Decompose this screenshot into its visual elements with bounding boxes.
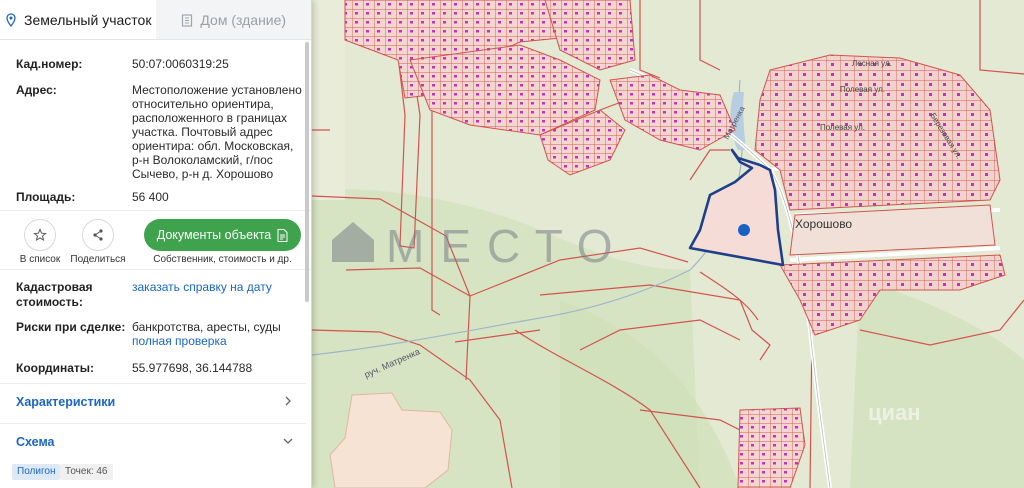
- street-label-1: Лесная ул.: [852, 59, 892, 68]
- coords-label: Координаты:: [16, 361, 95, 375]
- street-label-4: Полевая ул.: [820, 123, 865, 132]
- address-label: Адрес:: [16, 83, 57, 97]
- village-label: Хорошово: [795, 217, 852, 231]
- points-chip: Точек: 46: [60, 464, 113, 480]
- tab-label: Дом (здание): [200, 11, 287, 28]
- order-certificate-link[interactable]: заказать справку на дату: [132, 280, 302, 294]
- star-icon: [33, 228, 47, 242]
- area-label: Площадь:: [16, 190, 76, 204]
- panel-scrollbar[interactable]: [305, 42, 309, 302]
- full-check-link[interactable]: полная проверка: [132, 334, 302, 348]
- documents-button[interactable]: Документы объекта: [144, 219, 301, 251]
- share-button[interactable]: [82, 219, 114, 251]
- risks-value: банкротства, аресты, суды: [132, 320, 281, 334]
- cad-number-label: Кад.номер:: [16, 57, 83, 71]
- scheme-title: Схема: [16, 435, 55, 449]
- characteristics-section[interactable]: Характеристики: [0, 383, 306, 419]
- map-pin-icon: [6, 12, 16, 27]
- building-icon: [182, 13, 193, 27]
- share-label: Поделиться: [70, 254, 126, 265]
- area-value: 56 400: [132, 190, 169, 204]
- scheme-section[interactable]: Схема: [0, 423, 306, 459]
- cad-number-value: 50:07:0060319:25: [132, 57, 229, 71]
- documents-button-label: Документы объекта: [156, 228, 272, 242]
- street-label-2: Полевая ул.: [840, 85, 885, 94]
- favorite-button[interactable]: [24, 219, 56, 251]
- document-icon: [277, 228, 288, 242]
- share-icon: [93, 229, 103, 241]
- cad-cost-label: Кадастровая стоимость:: [16, 280, 93, 309]
- tab-label: Земельный участок: [24, 11, 152, 28]
- chevron-down-icon: [283, 438, 293, 444]
- corner-watermark: циан: [868, 400, 921, 425]
- tab-land-plot[interactable]: Земельный участок: [0, 0, 156, 39]
- documents-subtitle: Собственник, стоимость и др.: [153, 254, 292, 265]
- polygon-chip[interactable]: Полигон: [12, 464, 61, 480]
- chevron-right-icon: [285, 396, 291, 406]
- panel-tabs: Земельный участок Дом (здание): [0, 0, 311, 40]
- characteristics-title: Характеристики: [16, 395, 116, 409]
- action-bar: В список Поделиться Документы объекта Со…: [0, 210, 311, 270]
- address-value: Местоположение установлено относительно …: [132, 83, 302, 181]
- watermark-text: МЕСТО: [386, 220, 629, 272]
- coords-value: 55.977698, 36.144788: [132, 361, 253, 375]
- risks-label: Риски при сделке:: [16, 320, 126, 334]
- tab-building[interactable]: Дом (здание): [156, 0, 312, 39]
- parcel-center-marker[interactable]: [738, 224, 750, 236]
- info-panel: Земельный участок Дом (здание) Кад.номер…: [0, 0, 312, 488]
